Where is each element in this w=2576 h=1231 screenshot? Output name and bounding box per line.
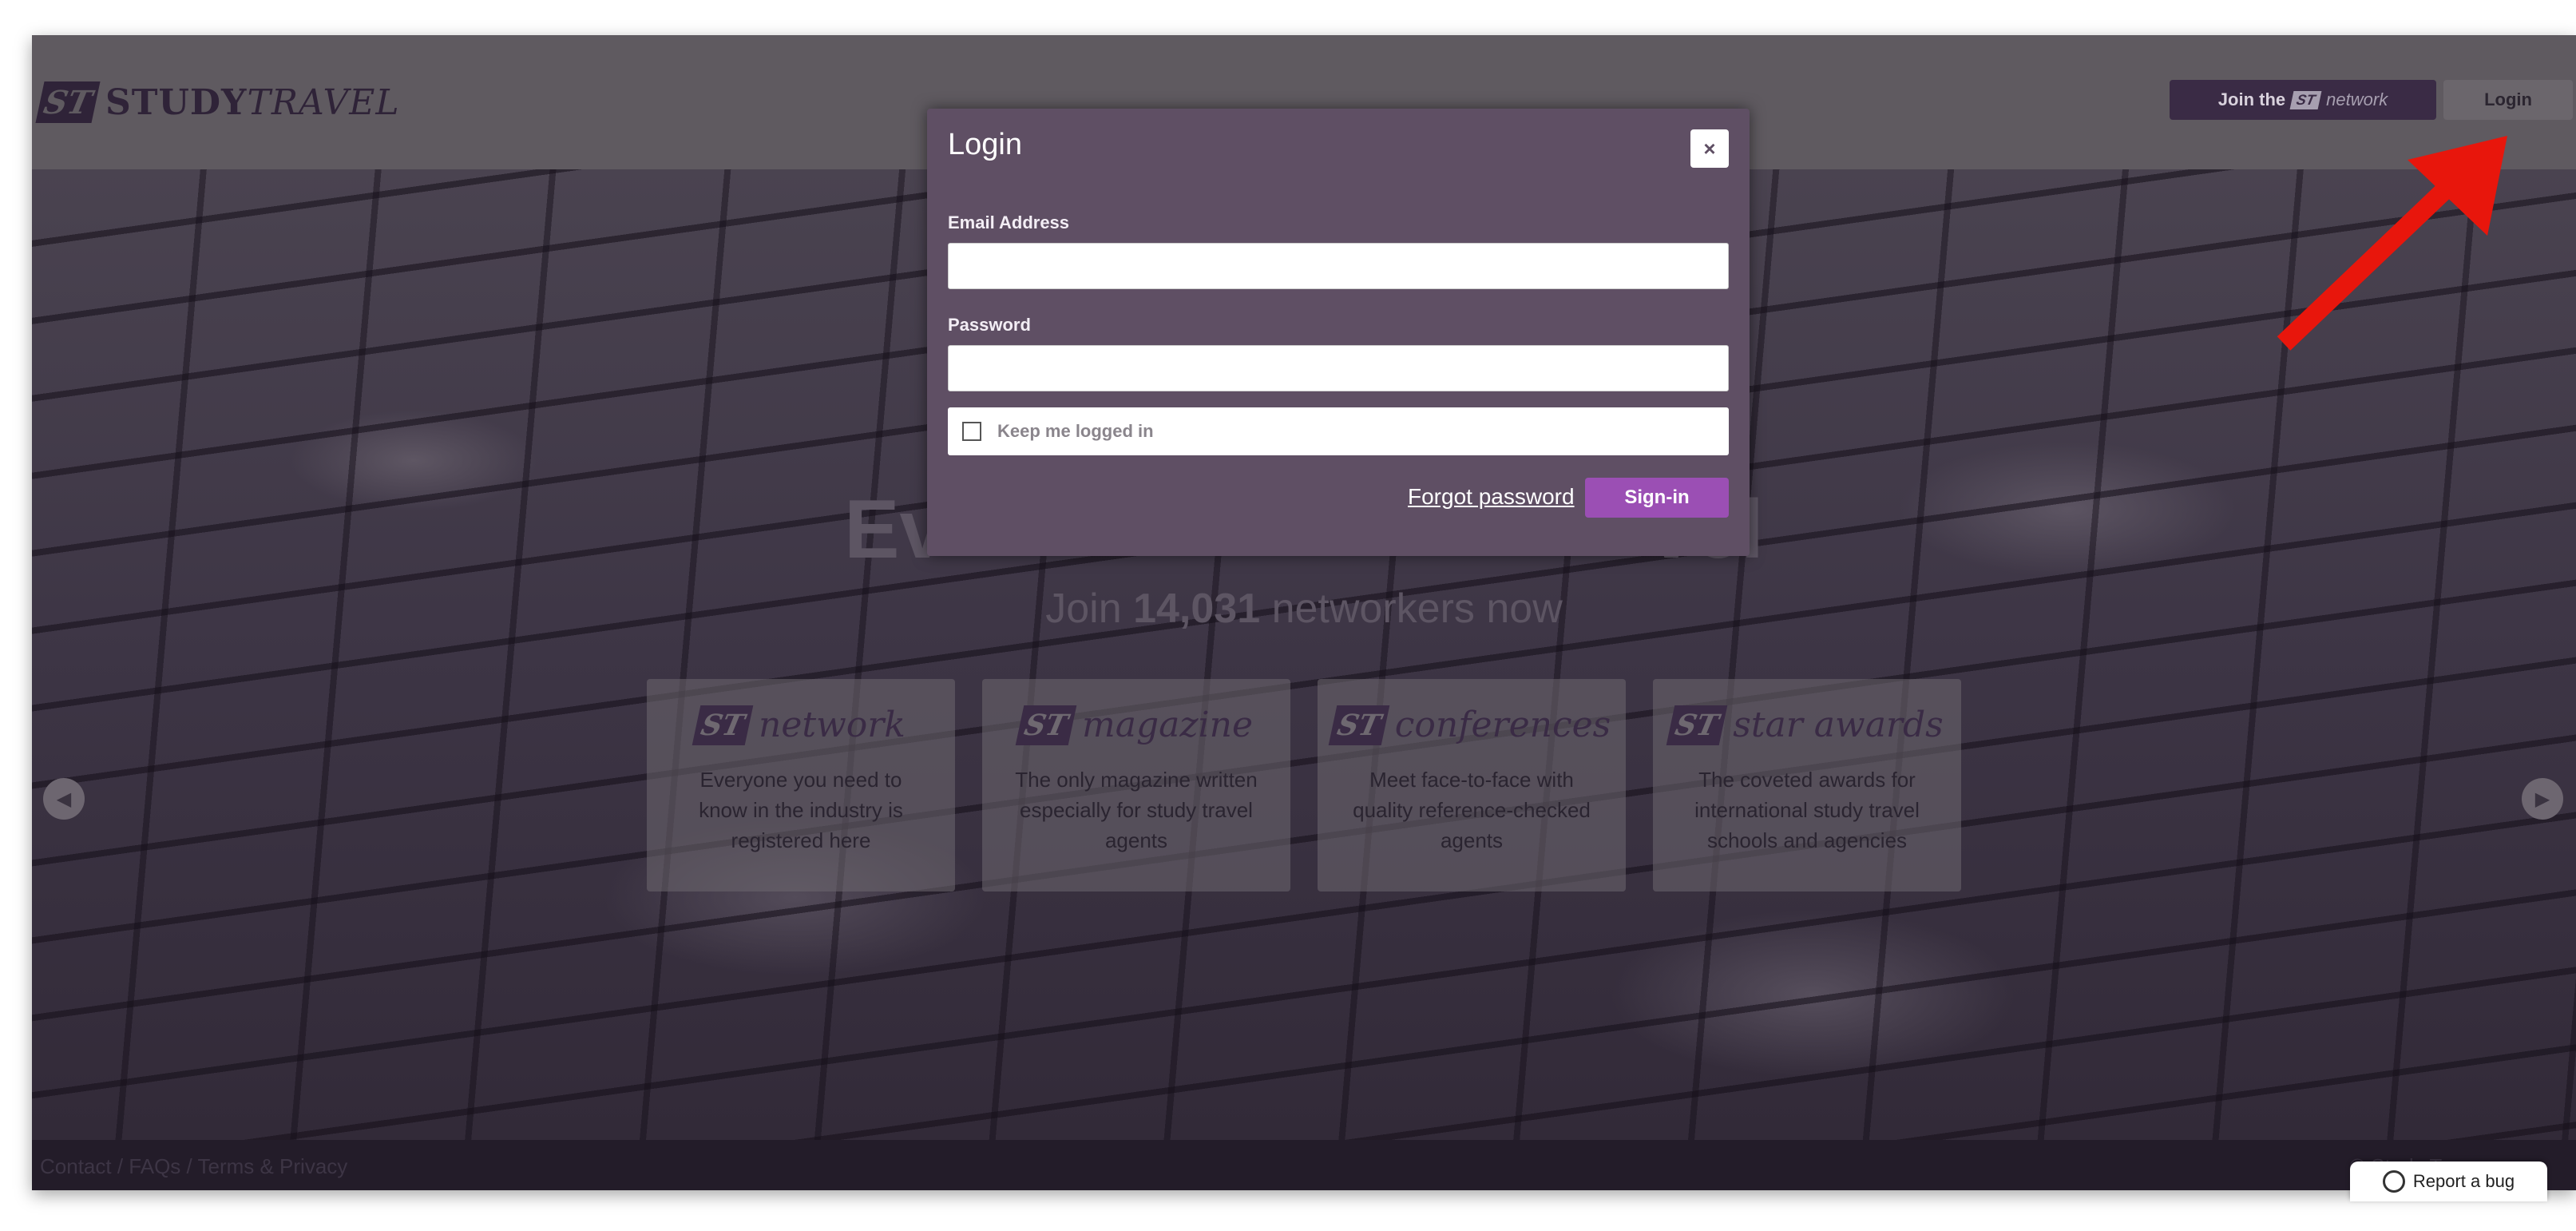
header-login-button[interactable]: Login (2443, 80, 2573, 120)
keep-logged-in-checkbox[interactable] (962, 422, 981, 441)
st-logo-mark: ST (1015, 705, 1077, 745)
modal-title: Login (948, 128, 1022, 161)
card-description: The only magazine written especially for… (1015, 768, 1258, 852)
logo-travel-text: TRAVEL (247, 81, 400, 123)
st-logo-mark: ST (35, 81, 101, 123)
card-description: Everyone you need to know in the industr… (699, 768, 903, 852)
red-arrow-annotation-icon (2277, 136, 2507, 351)
card-description: The coveted awards for international stu… (1694, 768, 1920, 852)
card-title: ST star awards (1653, 705, 1961, 745)
card-conferences[interactable]: ST conferences Meet face-to-face with qu… (1318, 679, 1626, 891)
keep-logged-in-label: Keep me logged in (997, 421, 1154, 441)
browser-page: ST STUDYTRAVEL Join the ST network Login… (32, 35, 2576, 1190)
join-network-button[interactable]: Join the ST network (2170, 80, 2436, 120)
hero-subline: Join 14,031 networkers now (32, 585, 2576, 633)
st-logo-mark: ST (1666, 705, 1728, 745)
logo-study-text: STUDY (105, 81, 248, 123)
st-logo-mark: ST (692, 705, 754, 745)
card-title: ST conferences (1318, 705, 1626, 745)
email-field[interactable] (948, 243, 1729, 289)
chat-bubble-icon (2382, 1170, 2405, 1193)
st-mini-logo: ST (2289, 90, 2322, 109)
card-magazine[interactable]: ST magazine The only magazine written es… (982, 679, 1290, 891)
logo-wordmark: STUDYTRAVEL (105, 82, 400, 123)
card-network[interactable]: ST network Everyone you need to know in … (647, 679, 955, 891)
keep-logged-in-row[interactable]: Keep me logged in (948, 407, 1729, 455)
forgot-password-link[interactable]: Forgot password (1408, 484, 1575, 510)
card-title: ST network (647, 705, 955, 745)
card-title-text: star awards (1733, 705, 1944, 745)
card-title: ST magazine (982, 705, 1290, 745)
report-bug-button[interactable]: Report a bug (2350, 1162, 2547, 1201)
card-star-awards[interactable]: ST star awards The coveted awards for in… (1653, 679, 1961, 891)
site-footer: Contact / FAQs / Terms & Privacy © Study… (32, 1140, 2576, 1190)
login-modal: Login × Email Address Password Keep me l… (927, 109, 1750, 556)
slider-prev-icon[interactable]: ◀ (43, 778, 85, 820)
sign-in-button[interactable]: Sign-in (1585, 478, 1729, 518)
feature-cards: ST network Everyone you need to know in … (647, 679, 1961, 891)
report-bug-label: Report a bug (2412, 1171, 2515, 1191)
card-title-text: conferences (1394, 705, 1611, 745)
networker-count: 14,031 (1133, 586, 1261, 632)
card-title-text: network (759, 705, 906, 745)
footer-links[interactable]: Contact / FAQs / Terms & Privacy (40, 1154, 347, 1179)
sub-suffix: networkers now (1260, 586, 1563, 632)
password-label: Password (948, 315, 1031, 335)
slider-next-icon[interactable]: ▶ (2522, 778, 2563, 820)
sub-prefix: Join (1045, 586, 1134, 632)
email-label: Email Address (948, 212, 1070, 232)
join-prefix: Join the (2217, 89, 2286, 109)
join-network-word: network (2326, 89, 2388, 109)
card-description: Meet face-to-face with quality reference… (1353, 768, 1591, 852)
password-field[interactable] (948, 345, 1729, 391)
card-title-text: magazine (1082, 705, 1253, 745)
studytravel-logo[interactable]: ST STUDYTRAVEL (35, 80, 400, 125)
st-logo-mark: ST (1328, 705, 1390, 745)
close-icon[interactable]: × (1690, 129, 1729, 168)
